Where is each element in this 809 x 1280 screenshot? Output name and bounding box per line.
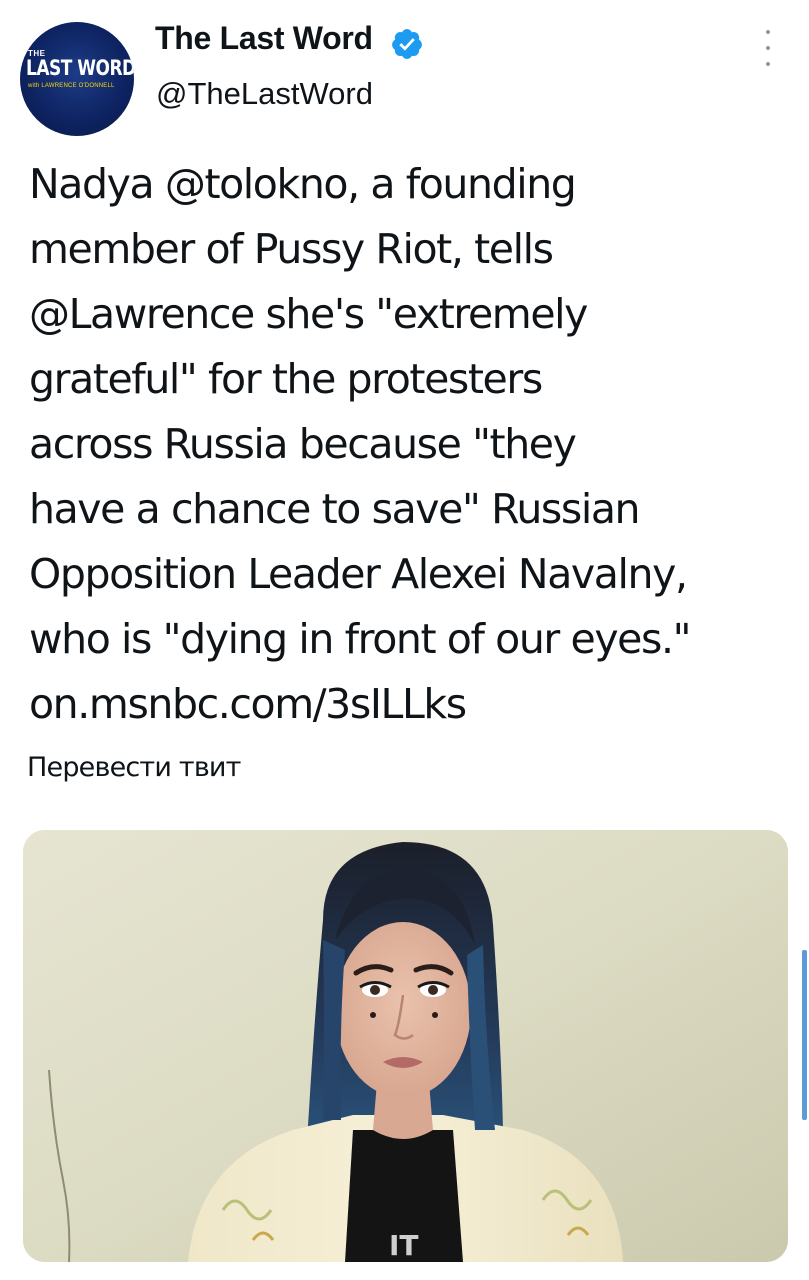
tweet-text-line: grateful" for the protesters [29,355,543,403]
tweet-text-line: who is "dying in front of our eyes." [29,615,691,663]
more-dot-icon [766,46,770,50]
tweet-link[interactable]: on.msnbc.com/3sILLks [29,672,799,737]
video-thumbnail-image: IT [23,830,788,1262]
author-display-name[interactable]: The Last Word [155,20,373,57]
more-dot-icon [766,30,770,34]
avatar-logo-main: LAST WORD [26,56,134,81]
tweet-text-line: Opposition Leader Alexei Navalny, [29,550,688,598]
video-thumbnail[interactable]: IT [23,830,788,1262]
more-options-icon[interactable] [758,30,778,66]
scrollbar[interactable] [802,950,807,1120]
verified-badge-icon [392,29,422,59]
avatar-logo-sub: with LAWRENCE O'DONNELL [28,83,115,89]
tweet-text-line: across Russia because "they [29,420,577,468]
shirt-text: IT [389,1229,419,1262]
author-avatar[interactable]: THE LAST WORD with LAWRENCE O'DONNELL [20,22,134,136]
tweet-text-line: @Lawrence she's "extremely [29,290,588,338]
tweet-text: Nadya @tolokno, a founding member of Pus… [29,152,799,737]
translate-tweet-link[interactable]: Перевести твит [27,752,241,783]
tweet-text-line: member of Pussy Riot, tells [29,225,554,273]
tweet-text-line: have a chance to save" Russian [29,485,641,533]
tweet-text-line: Nadya @tolokno, a founding [29,160,577,208]
more-dot-icon [766,62,770,66]
author-handle[interactable]: @TheLastWord [156,76,373,112]
